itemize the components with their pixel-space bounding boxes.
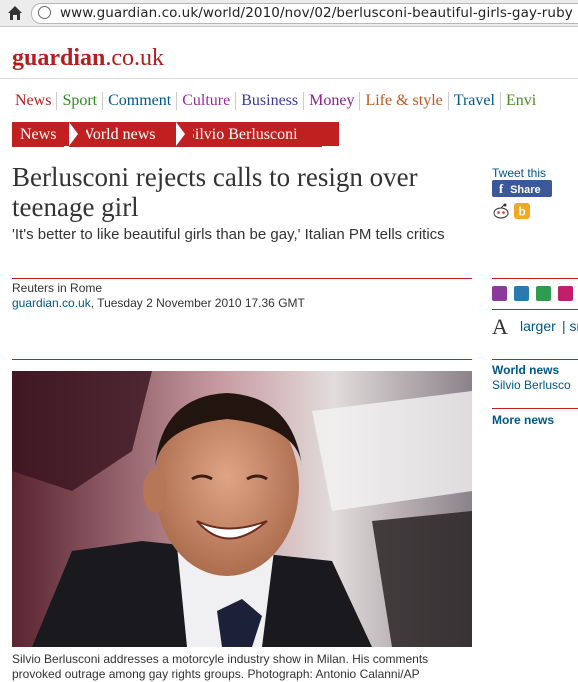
share-icon[interactable] [536,286,551,301]
nav-item-life-style[interactable]: Life & style [359,92,447,110]
nav-item-culture[interactable]: Culture [176,92,235,110]
sidebar-divider-3 [492,359,578,360]
sidebar-divider-1 [492,278,578,279]
photo-divider [12,359,472,360]
url-text[interactable]: www.guardian.co.uk/world/2010/nov/02/ber… [60,5,573,21]
nav-item-news[interactable]: News [10,92,56,110]
nav-item-envi[interactable]: Envi [499,92,541,110]
breadcrumb-news[interactable]: News [12,122,64,147]
facebook-icon: f [498,181,504,196]
sidebar-divider-4 [492,408,578,409]
nav-item-money[interactable]: Money [303,92,359,110]
world-news-link[interactable]: World news [492,363,559,377]
more-news-link[interactable]: More news [492,413,554,427]
browser-address-bar: www.guardian.co.uk/world/2010/nov/02/ber… [0,0,578,27]
article-date: , Tuesday 2 November 2010 17.36 GMT [90,296,305,310]
logo-main: guardian [12,45,106,71]
article-byline: Reuters in Rome [12,281,103,295]
berlusconi-link[interactable]: Silvio Berlusco [492,378,571,392]
article-standfirst: 'It's better to like beautiful girls tha… [12,226,445,243]
header-divider [0,78,578,79]
svg-text:b: b [518,205,525,219]
source-link[interactable]: guardian.co.uk [12,296,91,310]
nav-item-sport[interactable]: Sport [56,92,102,110]
facebook-share-button[interactable]: f Share [492,180,552,197]
breadcrumb-arrow-3 [322,122,339,146]
reddit-icon[interactable] [492,202,510,220]
nav-item-travel[interactable]: Travel [447,92,500,110]
text-larger-link[interactable]: larger [520,318,556,334]
nav-item-business[interactable]: Business [235,92,303,110]
section-nav: News Sport Comment Culture Business Money Life… [10,92,541,110]
breadcrumb-notch-3 [176,122,193,146]
print-icon[interactable] [492,286,507,301]
sidebar-divider-2 [492,309,578,310]
article-headline: Berlusconi rejects calls to resign over … [12,162,418,222]
site-logo[interactable]: guardian.co.uk [12,45,164,72]
text-smaller-link[interactable]: | sm [562,318,578,334]
breadcrumb-notch-2 [69,122,86,146]
berlusconi-photo [12,371,472,647]
article-photo [12,371,472,647]
font-size-icon: A [492,314,508,339]
home-icon[interactable] [7,5,23,21]
url-field[interactable]: www.guardian.co.uk/world/2010/nov/02/ber… [31,3,578,24]
photo-caption: Silvio Berlusconi addresses a motorcyle … [12,652,429,681]
byline-divider [12,278,472,279]
article-dateline: guardian.co.uk, Tuesday 2 November 2010 … [12,296,305,310]
clip-icon[interactable] [558,286,573,301]
nav-item-comment[interactable]: Comment [102,92,176,110]
tweet-link[interactable]: Tweet this [492,166,546,180]
logo-suffix: .co.uk [105,45,165,71]
globe-icon [38,6,51,19]
breadcrumb-silvio-berlusconi[interactable]: Silvio Berlusconi [176,122,322,147]
share-label: Share [510,184,541,196]
stumbleupon-icon[interactable]: b [514,203,530,219]
email-icon[interactable] [514,286,529,301]
